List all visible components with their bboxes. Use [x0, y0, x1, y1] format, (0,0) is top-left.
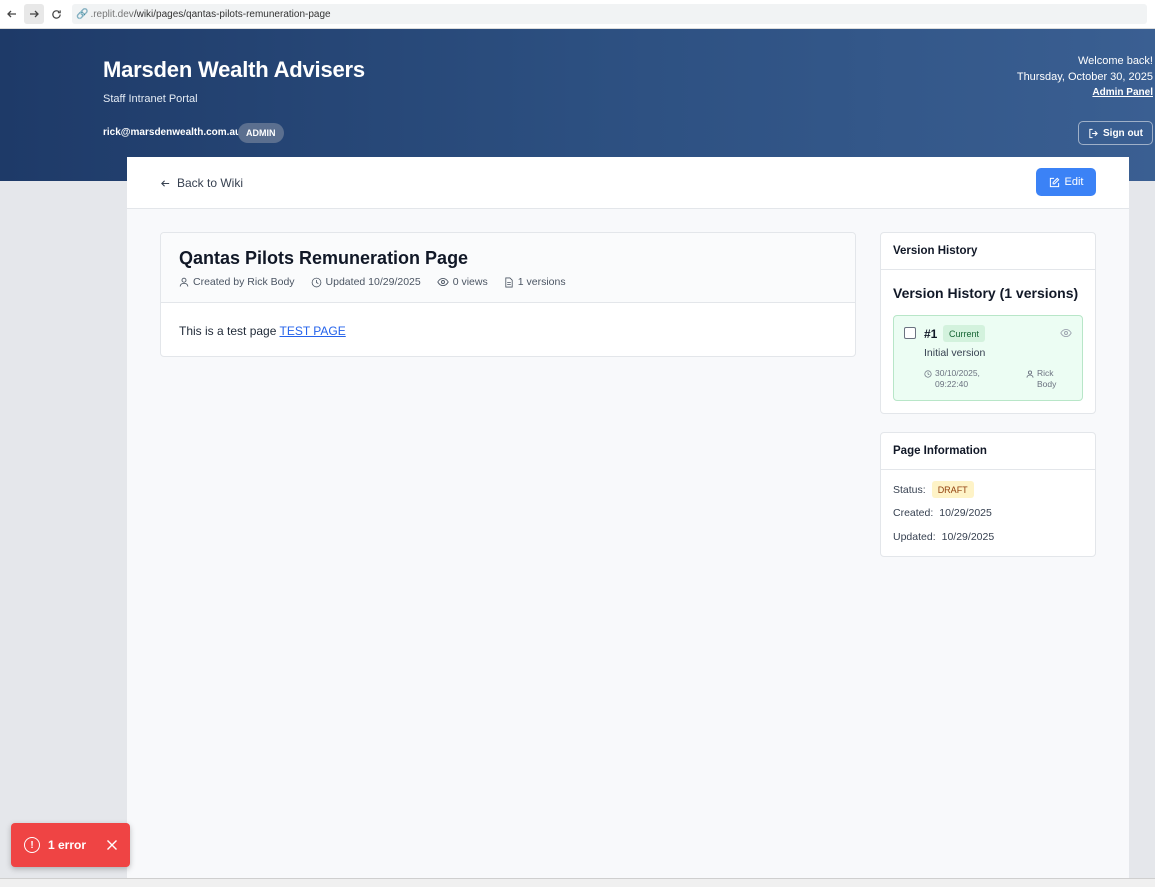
views-text: 0 views [452, 276, 488, 288]
created-row: Created: 10/29/2025 [893, 507, 992, 519]
page-information-header: Page Information [881, 433, 1095, 470]
main-content: Back to Wiki Edit Qantas Pilots Remunera… [127, 157, 1129, 878]
created-label: Created: [893, 507, 934, 519]
back-arrow-icon[interactable] [2, 4, 22, 24]
arrow-left-icon [160, 178, 171, 189]
link-icon: 🔗 [76, 8, 89, 20]
user-email: rick@marsdenwealth.com.au [103, 127, 242, 138]
status-label: Status: [893, 483, 926, 496]
url-domain: .replit.dev [90, 8, 134, 20]
user-icon [1026, 370, 1034, 390]
page-information-card: Page Information Status: DRAFT Created: … [880, 432, 1096, 557]
created-by-text: Created by Rick Body [193, 276, 295, 288]
article-header: Qantas Pilots Remuneration Page Created … [161, 233, 855, 303]
meta-versions: 1 versions [504, 276, 566, 288]
version-description: Initial version [924, 347, 986, 359]
brand-subtitle: Staff Intranet Portal [103, 93, 198, 105]
welcome-text: Welcome back! [1078, 55, 1153, 67]
back-to-wiki-label: Back to Wiki [177, 176, 244, 190]
version-date: 30/10/2025, [935, 368, 980, 378]
back-to-wiki-link[interactable]: Back to Wiki [160, 176, 243, 190]
current-badge: Current [943, 325, 986, 342]
versions-text: 1 versions [517, 276, 566, 288]
reload-icon[interactable] [46, 4, 66, 24]
role-badge: ADMIN [238, 123, 284, 143]
version-history-card: Version History Version History (1 versi… [880, 232, 1096, 414]
updated-value: 10/29/2025 [941, 531, 995, 543]
page-toolbar: Back to Wiki Edit [127, 157, 1129, 209]
sign-out-icon [1088, 128, 1099, 139]
window-bottom-edge [0, 878, 1155, 887]
status-row: Status: DRAFT [893, 481, 974, 498]
sign-out-button[interactable]: Sign out [1078, 121, 1153, 145]
edit-button[interactable]: Edit [1036, 168, 1096, 196]
forward-arrow-icon[interactable] [24, 4, 44, 24]
meta-updated: Updated 10/29/2025 [311, 276, 421, 288]
edit-label: Edit [1064, 176, 1084, 188]
version-history-heading: Version History (1 versions) [893, 285, 1079, 301]
clock-icon [924, 370, 932, 390]
updated-text: Updated 10/29/2025 [325, 276, 421, 288]
version-item[interactable]: #1 Current Initial version 30/10/2025, 0… [893, 315, 1083, 401]
body-text: This is a test page [179, 324, 280, 338]
version-time: 09:22:40 [935, 379, 969, 389]
brand-title: Marsden Wealth Advisers [103, 57, 365, 82]
document-icon [504, 277, 514, 288]
author-last-name: Body [1037, 379, 1057, 389]
view-version-eye-icon[interactable] [1060, 328, 1072, 338]
article-meta: Created by Rick Body Updated 10/29/2025 … [179, 276, 566, 288]
page-title: Qantas Pilots Remuneration Page [179, 248, 469, 268]
version-select-checkbox[interactable] [904, 327, 916, 339]
version-timestamp: 30/10/2025, 09:22:40 [924, 368, 980, 390]
updated-label: Updated: [893, 531, 936, 543]
sign-out-label: Sign out [1103, 127, 1143, 139]
test-page-link[interactable]: TEST PAGE [280, 324, 346, 338]
meta-author: Created by Rick Body [179, 276, 295, 288]
close-icon[interactable] [106, 839, 118, 851]
pencil-square-icon [1049, 177, 1060, 188]
url-path: /wiki/pages/qantas-pilots-remuneration-p… [133, 8, 331, 20]
version-history-header: Version History [881, 233, 1095, 270]
address-bar[interactable]: 🔗 .replit.dev /wiki/pages/qantas-pilots-… [72, 4, 1147, 24]
meta-views: 0 views [437, 276, 488, 288]
error-count: 1 error [48, 838, 87, 852]
current-date: Thursday, October 30, 2025 [1016, 71, 1153, 83]
version-number: #1 [924, 327, 938, 341]
admin-panel-link[interactable]: Admin Panel [1092, 87, 1153, 98]
created-value: 10/29/2025 [939, 507, 992, 519]
clock-icon [311, 277, 322, 288]
updated-row: Updated: 10/29/2025 [893, 531, 994, 543]
eye-icon [437, 277, 449, 287]
version-author: Rick Body [1026, 368, 1056, 390]
user-icon [179, 277, 189, 287]
status-badge: DRAFT [931, 481, 974, 498]
error-toast[interactable]: ! 1 error [11, 823, 130, 867]
alert-circle-icon: ! [24, 837, 40, 853]
article-body: This is a test page TEST PAGE [179, 324, 346, 338]
wiki-article-card: Qantas Pilots Remuneration Page Created … [160, 232, 856, 357]
author-first-name: Rick [1037, 368, 1054, 378]
browser-toolbar: 🔗 .replit.dev /wiki/pages/qantas-pilots-… [0, 0, 1155, 29]
